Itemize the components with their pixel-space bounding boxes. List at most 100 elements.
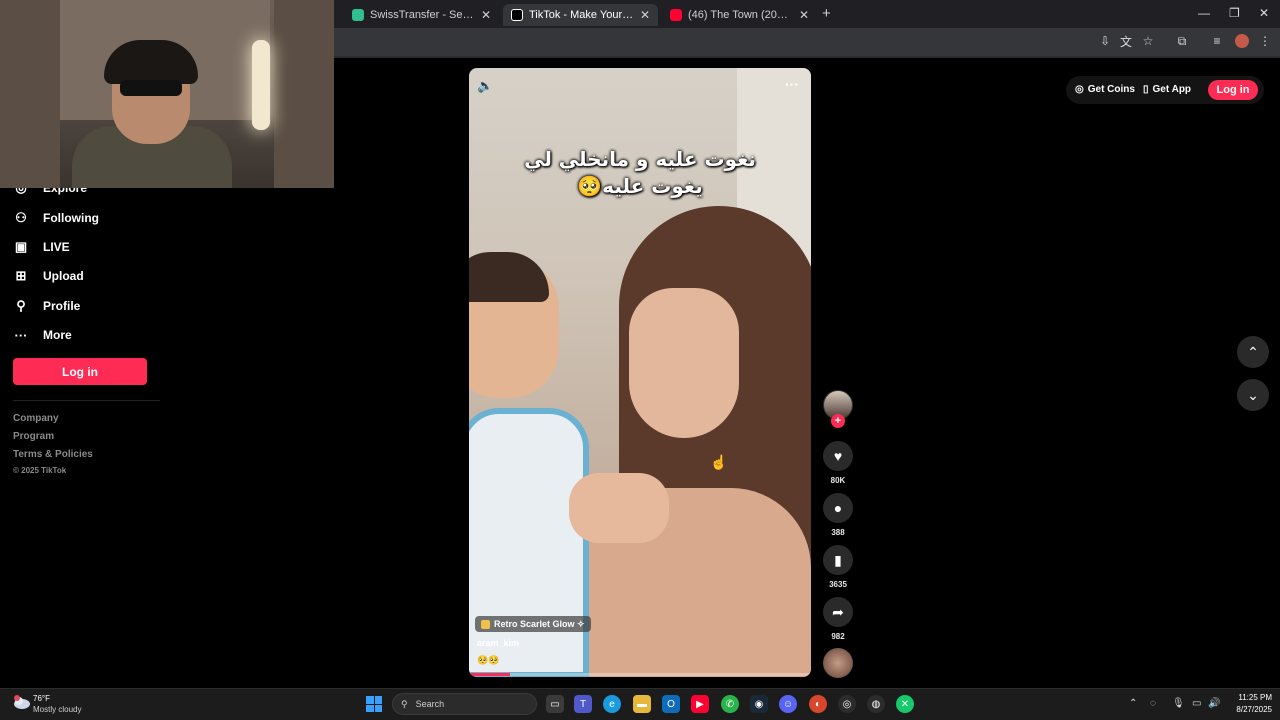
bookmark-icon: ▮ [834,551,842,568]
network-icon[interactable]: ▭ [1192,698,1201,709]
tray-app-icon[interactable]: ◌ [1150,698,1156,709]
steam-icon[interactable]: ◉ [750,695,768,713]
get-app-button[interactable]: ▯ Get App [1143,84,1191,95]
video-description: 🥺🥺 [477,655,500,665]
get-coins-button[interactable]: ◎ Get Coins [1075,84,1135,95]
music-icon [481,619,490,629]
share-count: 982 [831,632,845,641]
sidebar-item-following[interactable]: ⚇ Following [13,210,99,226]
kebab-menu-icon[interactable]: ⋮ [1258,34,1272,48]
chevron-up-icon: ⌃ [1247,343,1259,360]
music-tag[interactable]: Retro Scarlet Glow ✧ [475,616,591,632]
swisstransfer-favicon-icon [352,9,364,21]
close-window-icon[interactable]: ✕ [1259,6,1269,20]
save-button[interactable]: ▮ [823,545,853,575]
edge-icon[interactable]: e [603,695,621,713]
weather-description: Mostly cloudy [33,705,82,714]
translate-icon[interactable]: 文 [1119,34,1133,49]
person-icon: ⚲ [16,298,26,313]
sidebar-login-button[interactable]: Log in [13,358,147,385]
header-login-button[interactable]: Log in [1208,80,1258,100]
bookmark-star-icon[interactable]: ☆ [1141,34,1155,48]
xbox-icon[interactable]: ✕ [896,695,914,713]
video-caption: نغوت عليه و مانخلي لي يغوت عليه🥺 [469,146,811,200]
footer-link-program[interactable]: Program [13,431,54,442]
music-disc[interactable] [823,648,853,678]
video-username[interactable]: aram_kim [477,638,519,648]
minimize-icon[interactable]: — [1198,6,1210,20]
restore-icon[interactable]: ❐ [1229,6,1240,20]
upload-plus-icon: ⊞ [15,268,27,283]
comment-button[interactable]: ● [823,493,853,523]
tab-tiktok[interactable]: TikTok - Make Your Day ✕ [503,4,658,26]
tab-youtube[interactable]: (46) The Town (2010) - Robbery ✕ [662,4,817,26]
follow-plus-icon[interactable]: + [831,414,845,428]
windows-start-icon[interactable] [366,696,382,712]
outlook-icon[interactable]: O [662,695,680,713]
youtube-favicon-icon [670,9,682,21]
discord-icon[interactable]: ☺ [779,695,797,713]
screen: SwissTransfer - Send large files ✕ TikTo… [0,0,1280,720]
tray-overflow-icon[interactable]: ⌃ [1129,698,1137,709]
footer-link-terms[interactable]: Terms & Policies [13,449,93,460]
close-tab-icon[interactable]: ✕ [640,8,650,22]
profile-avatar-icon[interactable] [1235,34,1249,48]
chrome-icon[interactable]: ◎ [838,695,856,713]
chevron-down-icon: ⌄ [1247,386,1259,403]
sidebar-item-more[interactable]: ··· More [13,327,72,343]
file-explorer-icon[interactable]: ▬ [633,695,651,713]
taskbar-search[interactable]: ⚲ Search [392,693,537,715]
get-app-label: Get App [1152,84,1192,95]
video-player[interactable]: نغوت عليه و مانخلي لي يغوت عليه🥺 🔈 ··· R… [469,68,811,677]
lamp-light [252,40,270,130]
sidebar-item-upload[interactable]: ⊞ Upload [13,268,84,284]
more-options-icon[interactable]: ··· [785,76,799,92]
game-launcher-icon[interactable]: ◐ [809,695,827,713]
share-button[interactable]: ➦ [823,597,853,627]
teams-icon[interactable]: T [574,695,592,713]
video-progress-fill [469,673,511,676]
taskbar-date[interactable]: 8/27/2025 [1222,705,1272,714]
comment-count: 388 [831,528,845,537]
sidebar-item-label: LIVE [43,240,70,254]
caption-line: يغوت عليه🥺 [577,174,703,198]
youtube-icon[interactable]: ▶ [691,695,709,713]
sidebar-item-label: Following [43,211,99,225]
search-placeholder: Search [415,699,445,709]
volume-icon[interactable]: 🔈 [477,78,493,94]
footer-link-company[interactable]: Company [13,413,59,424]
previous-video-button[interactable]: ⌃ [1237,336,1269,368]
tab-swisstransfer[interactable]: SwissTransfer - Send large files ✕ [344,4,499,26]
comment-icon: ● [833,500,843,516]
volume-tray-icon[interactable]: 🔊 [1208,698,1220,709]
taskbar-time[interactable]: 11:25 PM [1228,693,1272,702]
sidebar-divider [13,400,160,401]
sidebar-item-live[interactable]: ▣ LIVE [13,239,70,255]
task-view-icon[interactable]: ▭ [546,695,564,713]
install-app-icon[interactable]: ⇩ [1098,34,1112,48]
search-icon: ⚲ [401,698,408,709]
heart-icon: ♥ [833,448,843,464]
new-tab-button[interactable]: + [822,5,831,22]
save-count: 3635 [829,580,847,589]
music-title: Retro Scarlet Glow ✧ [494,618,585,629]
phone-icon: ▯ [1143,84,1149,95]
get-coins-label: Get Coins [1087,84,1135,95]
close-tab-icon[interactable]: ✕ [799,8,809,22]
ellipsis-icon: ··· [14,327,28,343]
sidebar-item-label: Profile [43,299,81,313]
media-controls-icon[interactable]: ≡ [1210,34,1224,48]
microphone-icon[interactable]: 🎙 [1172,698,1185,709]
obs-icon[interactable]: ◍ [867,695,885,713]
video-progress-bar[interactable] [469,673,811,676]
cloud-weather-icon[interactable] [12,694,30,710]
close-tab-icon[interactable]: ✕ [481,8,491,22]
like-button[interactable]: ♥ [823,441,853,471]
sidebar-item-profile[interactable]: ⚲ Profile [13,298,80,314]
whatsapp-icon[interactable]: ✆ [721,695,739,713]
tab-title: (46) The Town (2010) - Robbery [688,9,793,21]
extensions-icon[interactable]: ⧉ [1175,34,1189,48]
caption-line: نغوت عليه و مانخلي لي [524,147,756,171]
weather-temperature: 76°F [33,694,50,703]
next-video-button[interactable]: ⌄ [1237,379,1269,411]
